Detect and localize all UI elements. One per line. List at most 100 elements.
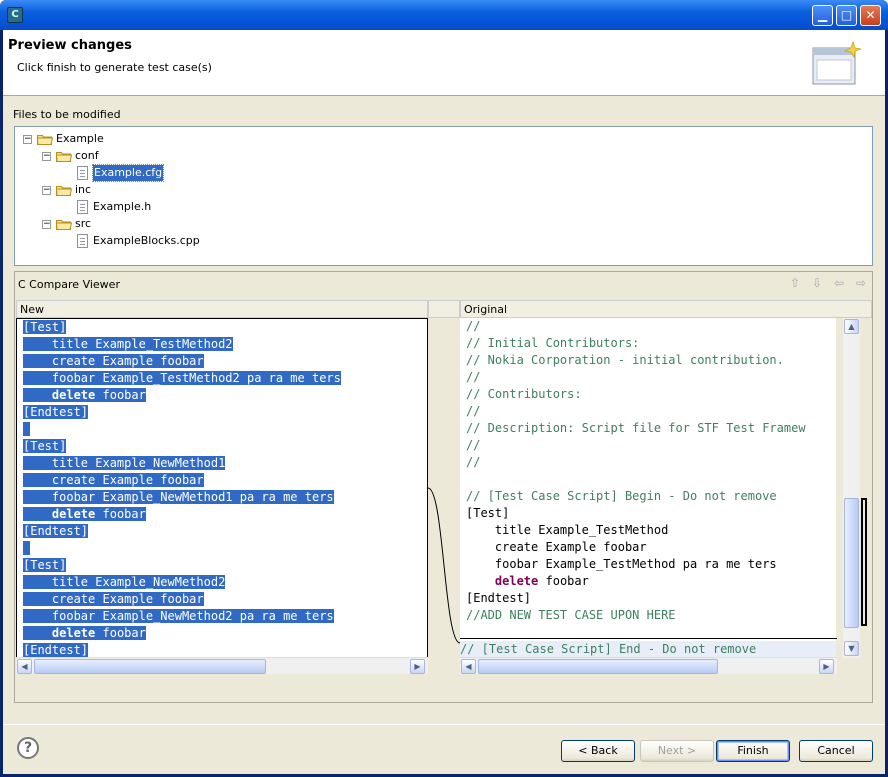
scroll-thumb[interactable]: [34, 659, 266, 674]
tree-item-label: Example.h: [93, 200, 152, 213]
app-icon: C: [7, 7, 23, 23]
collapse-toggle-icon[interactable]: −: [23, 135, 32, 144]
button-bar-separator: [3, 724, 885, 725]
finish-button[interactable]: Finish: [716, 740, 790, 762]
page-subtitle: Click finish to generate test case(s): [17, 61, 212, 74]
collapse-toggle-icon[interactable]: −: [42, 220, 51, 229]
tree-item[interactable]: ExampleBlocks.cpp: [15, 233, 872, 249]
title-bar[interactable]: C ▁ □ ✕: [0, 0, 888, 30]
right-vertical-scrollbar[interactable]: ▲ ▼: [843, 318, 860, 658]
file-icon: [77, 166, 88, 180]
scroll-up-arrow[interactable]: ▲: [844, 319, 859, 334]
page-title: Preview changes: [8, 38, 132, 53]
folder-icon: [55, 150, 73, 162]
diff-overview-marker: [861, 498, 867, 626]
code-line: //: [466, 455, 481, 469]
code-line: // Initial Contributors:: [466, 336, 640, 350]
code-line: //: [466, 404, 481, 418]
code-line: [Test]: [23, 320, 67, 334]
code-line: create Example foobar: [466, 540, 647, 554]
wizard-header: Preview changes Click finish to generate…: [3, 30, 885, 96]
folder-icon: [36, 133, 54, 145]
center-gutter-header: [428, 300, 460, 318]
code-line: create Example foobar: [23, 592, 204, 606]
minimize-button[interactable]: ▁: [812, 5, 833, 26]
left-horizontal-scrollbar[interactable]: ◀ ▶: [16, 657, 428, 674]
left-pane-header: New: [16, 300, 428, 318]
tree-item-label: src: [75, 217, 92, 230]
code-line: create Example foobar: [23, 473, 204, 487]
close-button[interactable]: ✕: [860, 5, 881, 26]
tree-item-label: ExampleBlocks.cpp: [93, 234, 200, 247]
tree-item[interactable]: Example.h: [15, 199, 872, 215]
tree-item-label: conf: [75, 149, 99, 162]
scroll-left-arrow[interactable]: ◀: [17, 659, 32, 674]
files-tree[interactable]: − Example − conf Example.cfg − inc Example.h − sr…: [14, 126, 873, 266]
compare-viewer: C Compare Viewer ⇧ ⇩ ⇦ ⇨ New Original [Test…: [14, 271, 873, 703]
code-line: // Nokia Corporation - initial contribut…: [466, 353, 784, 367]
code-line: delete foobar: [23, 625, 146, 642]
scroll-down-arrow[interactable]: ▼: [844, 641, 859, 656]
scroll-left-arrow[interactable]: ◀: [461, 659, 476, 674]
tree-item[interactable]: − inc: [15, 182, 872, 198]
scroll-right-arrow[interactable]: ▶: [819, 659, 834, 674]
scroll-right-arrow[interactable]: ▶: [410, 659, 425, 674]
code-line: //: [466, 319, 481, 333]
code-line: //ADD NEW TEST CASE UPON HERE: [466, 608, 676, 622]
copy-left-icon[interactable]: ⇦: [830, 274, 848, 292]
code-line: [Endtest]: [466, 591, 532, 605]
code-line: [23, 540, 31, 557]
wizard-window: C ▁ □ ✕ Preview changes Click finish to …: [0, 0, 888, 777]
next-difference-icon[interactable]: ⇧: [786, 274, 804, 292]
back-button[interactable]: < Back: [561, 740, 635, 762]
collapse-toggle-icon[interactable]: −: [42, 152, 51, 161]
maximize-button[interactable]: □: [836, 5, 857, 26]
code-line: create Example foobar: [23, 354, 204, 368]
left-text-pane[interactable]: [Test] title Example_TestMethod2 create …: [16, 318, 428, 658]
code-line: delete foobar: [23, 387, 146, 404]
code-line: [Endtest]: [23, 643, 89, 657]
tree-item[interactable]: − src: [15, 216, 872, 232]
diff-connector: [428, 487, 460, 644]
code-line: foobar Example_NewMethod2 pa ra me ters: [23, 609, 334, 623]
diff-boundary-line: [460, 638, 837, 639]
code-line: foobar Example_NewMethod1 pa ra me ters: [23, 490, 334, 504]
right-horizontal-scrollbar[interactable]: ◀ ▶: [460, 657, 837, 674]
code-line: [Test]: [23, 439, 67, 453]
code-line: //: [466, 438, 481, 452]
copy-right-icon[interactable]: ⇨: [852, 274, 870, 292]
code-line: // Contributors:: [466, 387, 582, 401]
code-line: delete foobar: [494, 574, 589, 588]
code-line: [Test]: [23, 558, 67, 572]
tree-item[interactable]: Example.cfg: [15, 164, 872, 182]
scroll-thumb[interactable]: [844, 498, 859, 628]
file-icon: [77, 234, 88, 248]
code-line: [Endtest]: [23, 524, 89, 538]
code-line: [23, 421, 31, 438]
folder-icon: [55, 184, 73, 196]
tree-item[interactable]: − conf: [15, 148, 872, 164]
previous-difference-icon[interactable]: ⇩: [808, 274, 826, 292]
right-text-pane[interactable]: // // Initial Contributors: // Nokia Corpo…: [460, 318, 836, 658]
code-line: [Test]: [466, 506, 510, 520]
wizard-frame: Preview changes Click finish to generate…: [3, 30, 885, 774]
file-icon: [77, 200, 88, 214]
collapse-toggle-icon[interactable]: −: [42, 186, 51, 195]
compare-toolbar: ⇧ ⇩ ⇦ ⇨: [782, 274, 870, 294]
code-line: // Description: Script file for STF Test…: [466, 421, 806, 435]
code-line: // [Test Case Script] End - Do not remov…: [460, 641, 836, 658]
code-line: title Example_TestMethod: [466, 523, 669, 537]
tree-item-label: Example: [56, 132, 104, 145]
next-button[interactable]: Next >: [640, 740, 714, 762]
right-pane-header: Original: [460, 300, 872, 318]
compare-title: C Compare Viewer: [18, 278, 120, 291]
cancel-button[interactable]: Cancel: [799, 740, 873, 762]
code-line: [Endtest]: [23, 405, 89, 419]
tree-item[interactable]: − Example: [15, 131, 872, 147]
help-icon[interactable]: ?: [17, 737, 39, 759]
code-line: // [Test Case Script] Begin - Do not rem…: [466, 489, 777, 503]
code-line: title Example_NewMethod2: [23, 575, 226, 589]
scroll-thumb[interactable]: [478, 659, 718, 674]
code-line: foobar Example_TestMethod2 pa ra me ters: [23, 371, 341, 385]
tree-item-label: Example.cfg: [91, 164, 165, 182]
